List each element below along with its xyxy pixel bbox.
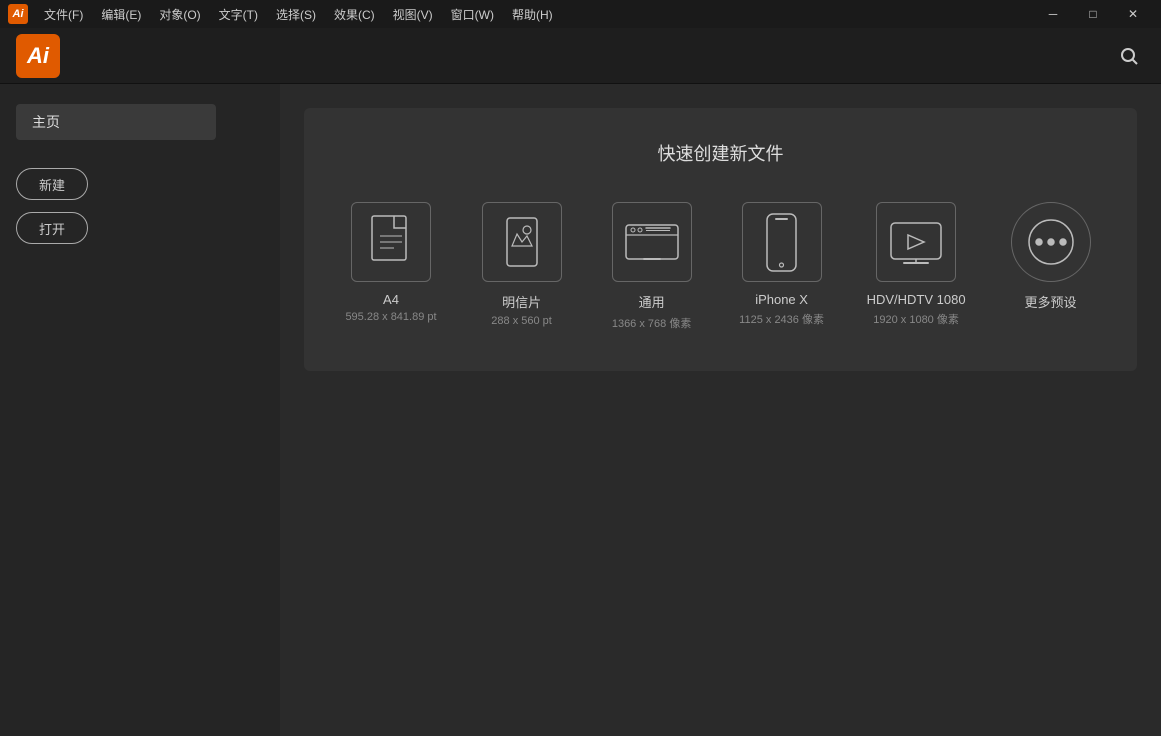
menu-item-选择S[interactable]: 选择(S): [268, 4, 324, 25]
app-header: Ai: [0, 28, 1161, 84]
quick-create-panel: 快速创建新文件 A4 595.28 x 841.89 pt: [304, 108, 1137, 371]
template-iphone[interactable]: iPhone X 1125 x 2436 像素: [737, 202, 827, 327]
template-web-icon: [612, 202, 692, 282]
search-button[interactable]: [1113, 40, 1145, 72]
menu-item-效果C[interactable]: 效果(C): [326, 4, 383, 25]
template-iphone-name: iPhone X: [755, 292, 808, 307]
template-a4-size: 595.28 x 841.89 pt: [345, 311, 436, 323]
main-content: 主页 新建 打开 快速创建新文件: [0, 84, 1161, 736]
minimize-button[interactable]: ─: [1033, 0, 1073, 28]
template-postcard-icon: [482, 202, 562, 282]
template-postcard-name: 明信片: [502, 292, 541, 311]
close-button[interactable]: ✕: [1113, 0, 1153, 28]
template-video-name: HDV/HDTV 1080: [867, 292, 966, 307]
new-button[interactable]: 新建: [16, 168, 88, 200]
template-video-size: 1920 x 1080 像素: [873, 311, 959, 327]
window-controls: ─ □ ✕: [1033, 0, 1153, 28]
menu-item-窗口W[interactable]: 窗口(W): [443, 4, 502, 25]
template-video[interactable]: HDV/HDTV 1080 1920 x 1080 像素: [867, 202, 966, 327]
title-bar: Ai 文件(F)编辑(E)对象(O)文字(T)选择(S)效果(C)视图(V)窗口…: [0, 0, 1161, 28]
template-postcard-size: 288 x 560 pt: [491, 315, 552, 327]
template-postcard[interactable]: 明信片 288 x 560 pt: [477, 202, 567, 327]
maximize-button[interactable]: □: [1073, 0, 1113, 28]
title-bar-logo: Ai: [8, 4, 28, 24]
menu-item-文字T[interactable]: 文字(T): [211, 4, 266, 25]
template-a4-name: A4: [383, 292, 399, 307]
menu-bar: 文件(F)编辑(E)对象(O)文字(T)选择(S)效果(C)视图(V)窗口(W)…: [36, 4, 1033, 25]
template-a4-icon: [351, 202, 431, 282]
content-area: 快速创建新文件 A4 595.28 x 841.89 pt: [280, 84, 1161, 736]
sidebar-buttons: 新建 打开: [16, 168, 264, 244]
template-web[interactable]: 通用 1366 x 768 像素: [607, 202, 697, 331]
template-web-name: 通用: [639, 292, 665, 311]
template-video-icon: [876, 202, 956, 282]
template-iphone-icon: [742, 202, 822, 282]
app-logo: Ai: [16, 34, 60, 78]
template-more[interactable]: 更多预设: [1006, 202, 1096, 315]
menu-item-文件F[interactable]: 文件(F): [36, 4, 91, 25]
menu-item-对象O[interactable]: 对象(O): [151, 4, 208, 25]
templates-row: A4 595.28 x 841.89 pt 明信片 288 x 560 pt: [345, 202, 1095, 331]
home-tab[interactable]: 主页: [16, 104, 216, 140]
template-more-name: 更多预设: [1025, 292, 1077, 311]
menu-item-视图V[interactable]: 视图(V): [385, 4, 441, 25]
menu-item-帮助H[interactable]: 帮助(H): [504, 4, 561, 25]
menu-item-编辑E[interactable]: 编辑(E): [93, 4, 149, 25]
template-more-icon: [1011, 202, 1091, 282]
template-a4[interactable]: A4 595.28 x 841.89 pt: [345, 202, 436, 323]
template-web-size: 1366 x 768 像素: [612, 315, 692, 331]
quick-create-title: 快速创建新文件: [658, 140, 784, 166]
template-iphone-size: 1125 x 2436 像素: [739, 311, 824, 327]
sidebar: 主页 新建 打开: [0, 84, 280, 736]
open-button[interactable]: 打开: [16, 212, 88, 244]
